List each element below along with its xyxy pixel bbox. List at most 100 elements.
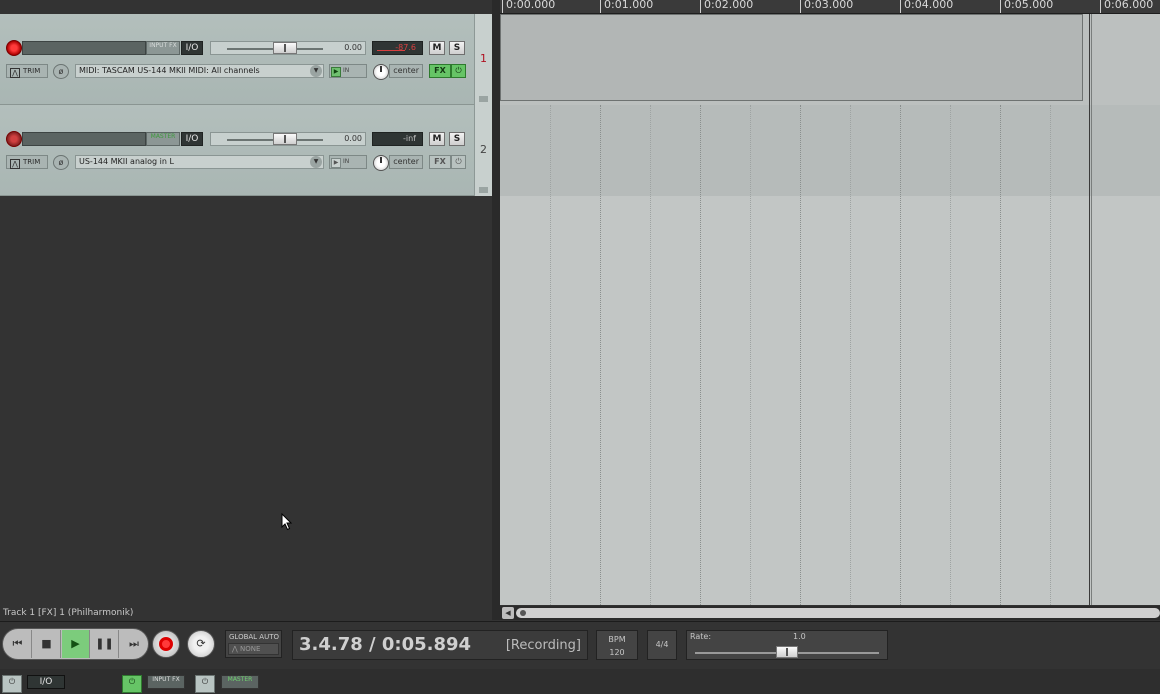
volume-slider[interactable]: 0.00: [210, 132, 366, 146]
input-select-value: US-144 MKII analog in L: [79, 157, 174, 166]
horizontal-scrollbar[interactable]: ◀: [500, 606, 1160, 620]
tempo-display[interactable]: BPM 120: [596, 630, 638, 660]
track-control-panel: INPUT FX I/O 0.00 -87.6 M S ⋀ TRIM ø MIDI…: [0, 14, 492, 604]
envelope-trim-button[interactable]: ⋀ TRIM: [6, 64, 48, 78]
meter-bar: [377, 50, 405, 51]
master-input-fx-label[interactable]: INPUT FX: [147, 675, 185, 689]
track-2-panel[interactable]: MASTER I/O 0.00 -inf M S ⋀ TRIM ø US-144 …: [0, 105, 474, 196]
record-monitor-button[interactable]: ▶ IN: [329, 64, 367, 78]
fx-bypass-power-icon[interactable]: ⏻: [451, 64, 466, 78]
media-item-recording[interactable]: [500, 14, 1083, 101]
volume-slider-handle[interactable]: [273, 42, 297, 54]
rate-slider-handle[interactable]: [776, 646, 798, 658]
fx-bypass-power-icon[interactable]: ⏻: [451, 155, 466, 169]
power-icon[interactable]: ⏻: [2, 675, 22, 693]
grid-line: [900, 105, 901, 605]
ruler-label: 0:00.000: [502, 0, 555, 13]
input-select-dropdown[interactable]: MIDI: TASCAM US-144 MKII MIDI: All chann…: [75, 64, 324, 78]
mute-button[interactable]: M: [429, 132, 445, 146]
track-number-label: 2: [480, 143, 487, 156]
pan-value: center: [389, 64, 423, 78]
fx-button[interactable]: FX: [429, 155, 451, 169]
master-label[interactable]: MASTER: [221, 675, 259, 689]
ruler-label: 0:03.000: [800, 0, 853, 13]
pan-knob[interactable]: [373, 64, 389, 80]
tcp-arrange-splitter[interactable]: [492, 0, 500, 620]
grid-line: [1000, 105, 1001, 605]
repeat-loop-icon[interactable]: ⟳: [187, 630, 215, 658]
record-button[interactable]: [152, 630, 180, 658]
global-auto-value: NONE: [239, 645, 261, 653]
track-lane-2[interactable]: [500, 105, 1160, 196]
solo-button[interactable]: S: [449, 41, 465, 55]
play-icon: ▶: [331, 158, 341, 168]
grid-line: [750, 105, 751, 605]
mute-button[interactable]: M: [429, 41, 445, 55]
ruler-label: 0:04.000: [900, 0, 953, 13]
scroll-left-icon[interactable]: ◀: [502, 607, 514, 619]
master-send-button[interactable]: MASTER: [146, 132, 180, 146]
global-auto-label: GLOBAL AUTO: [229, 633, 279, 641]
grid-line: [650, 105, 651, 605]
pause-icon[interactable]: ❚❚: [91, 630, 119, 658]
arrange-view[interactable]: [500, 14, 1160, 605]
status-line: Track 1 [FX] 1 (Philharmonik): [0, 605, 492, 621]
monitor-label: IN: [343, 67, 350, 74]
volume-value: 0.00: [344, 134, 362, 143]
monitor-label: IN: [343, 158, 350, 165]
time-display[interactable]: 3.4.78 / 0:05.894 [Recording]: [292, 630, 588, 660]
io-routing-button[interactable]: I/O: [181, 132, 203, 146]
record-monitor-button[interactable]: ▶ IN: [329, 155, 367, 169]
record-arm-button[interactable]: [6, 131, 22, 147]
track-name-field[interactable]: [22, 41, 146, 55]
mouse-pointer-icon: [281, 513, 293, 531]
global-automation-override[interactable]: GLOBAL AUTO ⋀ NONE: [225, 630, 282, 658]
ruler-label: 0:02.000: [700, 0, 753, 13]
go-to-start-icon[interactable]: ⏮: [4, 630, 32, 658]
track-lane-1[interactable]: [500, 14, 1160, 105]
peak-meter: -87.6: [372, 41, 423, 55]
io-routing-button[interactable]: I/O: [181, 41, 203, 55]
reaper-main-window: INPUT FX I/O 0.00 -87.6 M S ⋀ TRIM ø MIDI…: [0, 0, 1160, 694]
play-icon[interactable]: ▶: [62, 630, 90, 658]
envelope-trim-button[interactable]: ⋀ TRIM: [6, 155, 48, 169]
phase-invert-icon[interactable]: ø: [53, 64, 69, 79]
solo-button[interactable]: S: [449, 132, 465, 146]
track-number[interactable]: 1: [474, 14, 492, 105]
bpm-value: 120: [609, 648, 625, 657]
chevron-down-icon: ▼: [310, 156, 322, 168]
stop-icon[interactable]: ■: [33, 630, 61, 658]
tcp-top-spacer: [0, 0, 492, 14]
track-name-field[interactable]: [22, 132, 146, 146]
volume-slider[interactable]: 0.00: [210, 41, 366, 55]
power-icon[interactable]: ⏻: [122, 675, 142, 693]
track-resize-grip[interactable]: [479, 96, 488, 102]
play-icon: ▶: [331, 67, 341, 77]
transport-button-group: ⏮ ■ ▶ ❚❚ ⏭: [2, 628, 149, 660]
scrollbar-thumb[interactable]: [516, 608, 1160, 618]
grid-line: [550, 105, 551, 605]
fx-button[interactable]: FX: [429, 64, 451, 78]
track-1-panel[interactable]: INPUT FX I/O 0.00 -87.6 M S ⋀ TRIM ø MIDI…: [0, 14, 474, 105]
pan-knob[interactable]: [373, 155, 389, 171]
volume-slider-handle[interactable]: [273, 133, 297, 145]
rate-value: 1.0: [793, 632, 806, 641]
time-signature[interactable]: 4/4: [647, 630, 677, 660]
rate-label: Rate:: [690, 632, 712, 641]
phase-invert-icon[interactable]: ø: [53, 155, 69, 170]
power-icon[interactable]: ⏻: [195, 675, 215, 693]
grid-line: [800, 105, 801, 605]
go-to-end-icon[interactable]: ⏭: [120, 630, 148, 658]
master-io-button[interactable]: I/O: [27, 675, 65, 689]
transport-state: [Recording]: [505, 638, 581, 653]
timeline-ruler[interactable]: 0:00.000 0:01.000 0:02.000 0:03.000 0:04…: [500, 0, 1160, 14]
track-number[interactable]: 2: [474, 105, 492, 196]
grid-line: [850, 105, 851, 605]
record-arm-button[interactable]: [6, 40, 22, 56]
input-fx-button[interactable]: INPUT FX: [146, 41, 180, 55]
global-auto-mode[interactable]: ⋀ NONE: [228, 643, 279, 655]
track-resize-grip[interactable]: [479, 187, 488, 193]
playrate-control[interactable]: Rate: 1.0: [686, 630, 888, 660]
envelope-icon: ⋀: [10, 159, 20, 169]
input-select-dropdown[interactable]: US-144 MKII analog in L ▼: [75, 155, 324, 169]
